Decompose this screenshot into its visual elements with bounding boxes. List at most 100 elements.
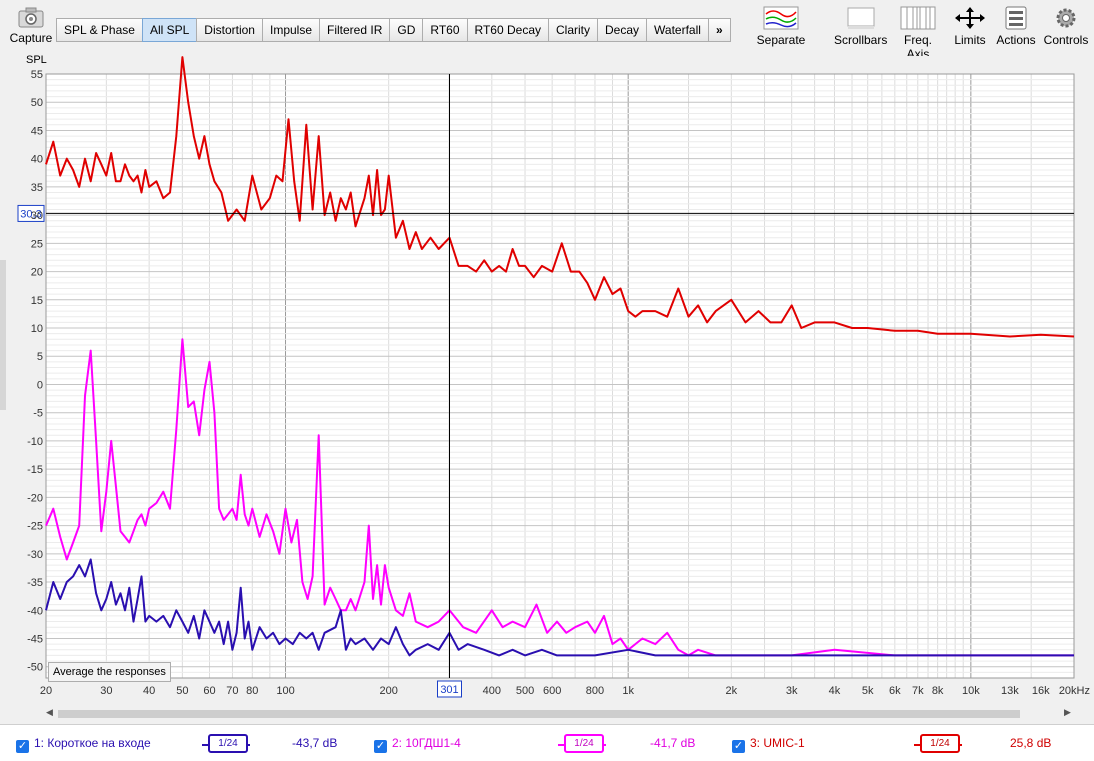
- cursor-x-label: 301: [440, 684, 458, 696]
- tab-more-button[interactable]: »: [707, 18, 731, 42]
- tab-all-spl[interactable]: All SPL: [141, 18, 197, 42]
- y-tick-label: 50: [31, 97, 43, 109]
- x-tick-label: 13k: [1001, 685, 1019, 697]
- toolbar: Capture SPL & Phase All SPL Distortion I…: [0, 0, 1094, 61]
- actions-icon: [994, 6, 1038, 30]
- legend-value: -41,7 dB: [650, 736, 696, 750]
- x-tick-label: 20: [40, 685, 52, 697]
- legend-item-1[interactable]: ✓ 1: Короткое на входе: [16, 734, 151, 753]
- x-tick-label: 4k: [829, 685, 841, 697]
- x-tick-label: 80: [246, 685, 258, 697]
- x-tick-label: 30: [100, 685, 112, 697]
- scrollbar-thumb[interactable]: [58, 710, 1020, 718]
- actions-label: Actions: [996, 33, 1036, 47]
- tab-spl-phase[interactable]: SPL & Phase: [56, 18, 142, 42]
- y-axis-tick-labels: 5550454035302520151050-5-10-15-20-25-30-…: [27, 69, 43, 674]
- legend-label: 3: UMIC-1: [750, 736, 805, 750]
- actions-button[interactable]: Actions: [994, 6, 1038, 47]
- y-tick-label: 0: [37, 379, 43, 391]
- y-tick-label: 35: [31, 182, 43, 194]
- tab-decay[interactable]: Decay: [597, 18, 647, 42]
- average-responses-button[interactable]: Average the responses: [48, 662, 171, 682]
- y-tick-label: -25: [27, 521, 43, 533]
- x-tick-label: 1k: [622, 685, 634, 697]
- x-tick-label: 600: [543, 685, 561, 697]
- tab-impulse[interactable]: Impulse: [261, 18, 320, 42]
- x-tick-label: 16k: [1032, 685, 1050, 697]
- smoothing-button[interactable]: 1/24: [208, 734, 248, 753]
- freq-axis-icon: [892, 6, 944, 30]
- x-tick-label: 6k: [889, 685, 901, 697]
- checkbox-icon[interactable]: ✓: [732, 740, 745, 753]
- y-tick-label: 20: [31, 267, 43, 279]
- tab-clarity[interactable]: Clarity: [548, 18, 598, 42]
- x-tick-label: 50: [176, 685, 188, 697]
- checkbox-icon[interactable]: ✓: [374, 740, 387, 753]
- capture-label: Capture: [9, 31, 53, 45]
- y-tick-label: 25: [31, 238, 43, 250]
- y-tick-label: 15: [31, 295, 43, 307]
- y-tick-label: 55: [31, 69, 43, 81]
- y-tick-label: -5: [33, 408, 43, 420]
- y-tick-label: 5: [37, 351, 43, 363]
- y-tick-label: 30: [31, 210, 43, 222]
- scrollbars-icon: [834, 6, 886, 30]
- x-tick-label: 400: [483, 685, 501, 697]
- y-tick-label: 45: [31, 125, 43, 137]
- x-tick-label: 10k: [962, 685, 980, 697]
- tab-filtered-ir[interactable]: Filtered IR: [319, 18, 390, 42]
- x-tick-label: 100: [276, 685, 294, 697]
- horizontal-scrollbar[interactable]: ◀ ▶: [44, 706, 1076, 722]
- tab-rt60[interactable]: RT60: [422, 18, 467, 42]
- freq-axis-button[interactable]: Freq. Axis: [892, 6, 944, 61]
- y-tick-label: -45: [27, 633, 43, 645]
- separate-label: Separate: [756, 33, 806, 47]
- smoothing-button[interactable]: 1/24: [920, 734, 960, 753]
- y-tick-label: 10: [31, 323, 43, 335]
- scrollbars-button[interactable]: Scrollbars: [834, 6, 888, 47]
- legend-value: 25,8 dB: [1010, 736, 1052, 750]
- y-tick-label: 40: [31, 154, 43, 166]
- x-tick-label: 2k: [726, 685, 738, 697]
- y-tick-label: -50: [27, 662, 43, 674]
- scroll-left-icon[interactable]: ◀: [46, 707, 53, 718]
- x-tick-label: 20kHz: [1059, 685, 1090, 697]
- legend-item-3[interactable]: ✓ 3: UMIC-1: [732, 734, 805, 753]
- legend-bar: ✓ 1: Короткое на входе 1/24 -43,7 dB ✓ 2: …: [0, 724, 1094, 761]
- y-axis-unit-label: SPL: [26, 54, 47, 66]
- y-tick-label: -35: [27, 577, 43, 589]
- smoothing-button[interactable]: 1/24: [564, 734, 604, 753]
- scrollbars-label: Scrollbars: [834, 33, 888, 47]
- x-tick-label: 5k: [862, 685, 874, 697]
- x-tick-label: 40: [143, 685, 155, 697]
- plot-area[interactable]: 30,3 301 55 50 45 40 35 30 25 20 15 10 5 0 -5 -10 -15 -2…: [0, 54, 1094, 706]
- scroll-right-icon[interactable]: ▶: [1064, 707, 1071, 718]
- y-tick-label: -10: [27, 436, 43, 448]
- x-tick-label: 800: [586, 685, 604, 697]
- tab-distortion[interactable]: Distortion: [196, 18, 262, 42]
- x-axis-tick-labels: 20 30 40 50 60 70 80 100 200 400 500 600 800 1k 2k 3k 4k…: [40, 685, 1090, 697]
- camera-icon: [18, 6, 44, 28]
- y-tick-label: -30: [27, 549, 43, 561]
- separate-button[interactable]: Separate: [756, 6, 806, 47]
- spl-chart[interactable]: 30,3301 5550454035302520151050-5-10-15-2…: [0, 56, 1094, 706]
- tab-gd[interactable]: GD: [389, 18, 423, 42]
- x-tick-label: 200: [379, 685, 397, 697]
- legend-item-2[interactable]: ✓ 2: 10ГДШ1-4: [374, 734, 461, 753]
- tab-rt60-decay[interactable]: RT60 Decay: [466, 18, 548, 42]
- x-tick-label: 3k: [786, 685, 798, 697]
- y-tick-label: -15: [27, 464, 43, 476]
- legend-label: 1: Короткое на входе: [34, 736, 151, 750]
- limits-label: Limits: [954, 33, 986, 47]
- x-tick-label: 60: [203, 685, 215, 697]
- capture-button[interactable]: Capture: [8, 6, 54, 45]
- limits-icon: [950, 6, 990, 30]
- x-tick-label: 70: [226, 685, 238, 697]
- y-tick-label: -40: [27, 605, 43, 617]
- limits-button[interactable]: Limits: [950, 6, 990, 47]
- x-tick-label: 500: [516, 685, 534, 697]
- checkbox-icon[interactable]: ✓: [16, 740, 29, 753]
- controls-button[interactable]: Controls: [1042, 6, 1090, 47]
- separate-icon: [756, 6, 806, 30]
- tab-waterfall[interactable]: Waterfall: [646, 18, 708, 42]
